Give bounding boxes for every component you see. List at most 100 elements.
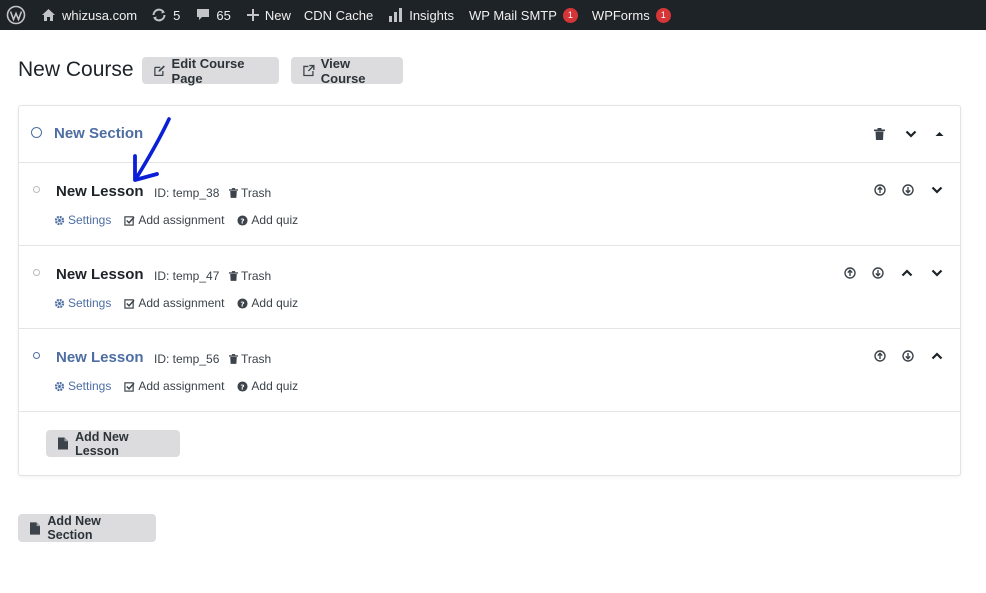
updates-link[interactable]: 5 bbox=[145, 0, 186, 30]
section-status-circle-icon bbox=[31, 127, 42, 138]
lesson-status-circle-icon bbox=[33, 352, 40, 359]
checkbox-icon bbox=[124, 381, 135, 392]
section-caret-up-icon[interactable] bbox=[931, 126, 947, 142]
lesson-row: New Lesson ID: temp_56 Trash Settings Ad… bbox=[19, 329, 960, 412]
lesson-title[interactable]: New Lesson bbox=[56, 349, 144, 366]
edit-course-page-label: Edit Course Page bbox=[171, 55, 245, 86]
move-down-icon[interactable] bbox=[900, 348, 916, 364]
home-icon bbox=[42, 9, 55, 21]
add-quiz-label: Add quiz bbox=[251, 296, 299, 310]
lesson-chevron-up-icon[interactable] bbox=[899, 265, 915, 281]
lesson-chevron-down-icon[interactable] bbox=[929, 182, 945, 198]
gear-icon bbox=[54, 381, 65, 391]
site-name-link[interactable]: whizusa.com bbox=[35, 0, 143, 30]
lesson-row: New Lesson ID: temp_47 Trash Settings Ad… bbox=[19, 246, 960, 329]
file-icon bbox=[58, 437, 69, 450]
lesson-trash-link[interactable]: Trash bbox=[229, 186, 271, 200]
lesson-chevron-down-icon[interactable] bbox=[929, 265, 945, 281]
lesson-title[interactable]: New Lesson bbox=[56, 266, 144, 283]
lesson-id: ID: temp_38 bbox=[154, 186, 220, 200]
trash-icon bbox=[229, 188, 238, 198]
lesson-trash-link[interactable]: Trash bbox=[229, 352, 271, 366]
svg-text:?: ? bbox=[241, 382, 245, 391]
cdn-cache-link[interactable]: CDN Cache bbox=[298, 0, 379, 30]
gear-icon bbox=[54, 298, 65, 308]
trash-label: Trash bbox=[241, 352, 272, 366]
move-down-icon[interactable] bbox=[900, 182, 916, 198]
add-assignment-label: Add assignment bbox=[138, 213, 225, 227]
svg-text:?: ? bbox=[241, 216, 245, 225]
add-new-section-button[interactable]: Add New Section bbox=[18, 514, 156, 542]
lesson-id: ID: temp_56 bbox=[154, 352, 220, 366]
external-link-icon bbox=[303, 64, 315, 77]
comments-count: 65 bbox=[216, 7, 231, 23]
lesson-settings-link[interactable]: Settings bbox=[54, 296, 111, 310]
lesson-settings-link[interactable]: Settings bbox=[54, 213, 111, 227]
smtp-notification-badge: 1 bbox=[562, 7, 578, 23]
trash-icon bbox=[229, 271, 238, 281]
add-assignment-label: Add assignment bbox=[138, 296, 225, 310]
section-trash-icon[interactable] bbox=[871, 126, 887, 142]
page-title: New Course bbox=[18, 58, 134, 81]
svg-text:?: ? bbox=[241, 299, 245, 308]
lesson-chevron-up-icon[interactable] bbox=[929, 348, 945, 364]
settings-label: Settings bbox=[68, 213, 112, 227]
wordpress-logo-icon[interactable] bbox=[0, 0, 31, 30]
lesson-actions: Settings Add assignment ? Add quiz bbox=[54, 379, 311, 393]
question-circle-icon: ? bbox=[237, 214, 248, 226]
question-circle-icon: ? bbox=[237, 380, 248, 392]
lesson-actions: Settings Add assignment ? Add quiz bbox=[54, 213, 311, 227]
bar-chart-icon bbox=[389, 8, 403, 22]
comment-icon bbox=[197, 9, 210, 20]
new-label: New bbox=[264, 7, 291, 23]
lesson-status-circle-icon bbox=[33, 269, 40, 276]
add-quiz-label: Add quiz bbox=[251, 379, 299, 393]
question-circle-icon: ? bbox=[237, 297, 248, 309]
file-icon bbox=[30, 521, 41, 535]
site-name: whizusa.com bbox=[62, 7, 138, 23]
comments-link[interactable]: 65 bbox=[190, 0, 236, 30]
edit-course-page-button[interactable]: Edit Course Page bbox=[142, 55, 279, 86]
gear-icon bbox=[54, 215, 65, 225]
add-assignment-link[interactable]: Add assignment bbox=[124, 379, 224, 393]
insights-label: Insights bbox=[409, 7, 455, 23]
plus-icon bbox=[246, 9, 259, 21]
trash-label: Trash bbox=[241, 186, 272, 200]
add-assignment-link[interactable]: Add assignment bbox=[124, 296, 224, 310]
add-quiz-label: Add quiz bbox=[251, 213, 299, 227]
cdn-cache-label: CDN Cache bbox=[303, 7, 374, 23]
settings-label: Settings bbox=[68, 379, 112, 393]
add-quiz-link[interactable]: ? Add quiz bbox=[237, 296, 298, 310]
section-collapse-chevron-icon[interactable] bbox=[903, 126, 919, 142]
add-new-lesson-label: Add New Lesson bbox=[75, 429, 129, 458]
add-new-lesson-button[interactable]: Add New Lesson bbox=[46, 429, 180, 458]
trash-icon bbox=[229, 354, 238, 364]
wpforms-link[interactable]: WPForms 1 bbox=[586, 0, 677, 30]
view-course-button[interactable]: View Course bbox=[291, 55, 403, 86]
wpforms-label: WPForms bbox=[591, 7, 650, 23]
new-content-link[interactable]: New bbox=[241, 0, 297, 30]
add-quiz-link[interactable]: ? Add quiz bbox=[237, 213, 298, 227]
add-assignment-link[interactable]: Add assignment bbox=[124, 213, 224, 227]
move-up-icon[interactable] bbox=[842, 265, 858, 281]
wp-mail-smtp-link[interactable]: WP Mail SMTP 1 bbox=[463, 0, 584, 30]
move-down-icon[interactable] bbox=[870, 265, 886, 281]
edit-icon bbox=[154, 65, 165, 76]
lesson-actions: Settings Add assignment ? Add quiz bbox=[54, 296, 311, 310]
view-course-label: View Course bbox=[320, 55, 366, 86]
lesson-status-circle-icon bbox=[33, 186, 40, 193]
add-quiz-link[interactable]: ? Add quiz bbox=[237, 379, 298, 393]
admin-bar: whizusa.com 5 65 New CDN Cache Insights … bbox=[0, 0, 986, 30]
settings-label: Settings bbox=[68, 296, 112, 310]
move-up-icon[interactable] bbox=[872, 182, 888, 198]
lesson-trash-link[interactable]: Trash bbox=[229, 269, 271, 283]
checkbox-icon bbox=[124, 215, 135, 226]
add-new-section-label: Add New Section bbox=[47, 514, 101, 542]
move-up-icon[interactable] bbox=[872, 348, 888, 364]
trash-label: Trash bbox=[241, 269, 272, 283]
insights-link[interactable]: Insights bbox=[382, 0, 460, 30]
annotation-arrow-icon bbox=[133, 117, 171, 182]
updates-icon bbox=[152, 8, 166, 22]
lesson-id: ID: temp_47 bbox=[154, 269, 220, 283]
lesson-settings-link[interactable]: Settings bbox=[54, 379, 111, 393]
